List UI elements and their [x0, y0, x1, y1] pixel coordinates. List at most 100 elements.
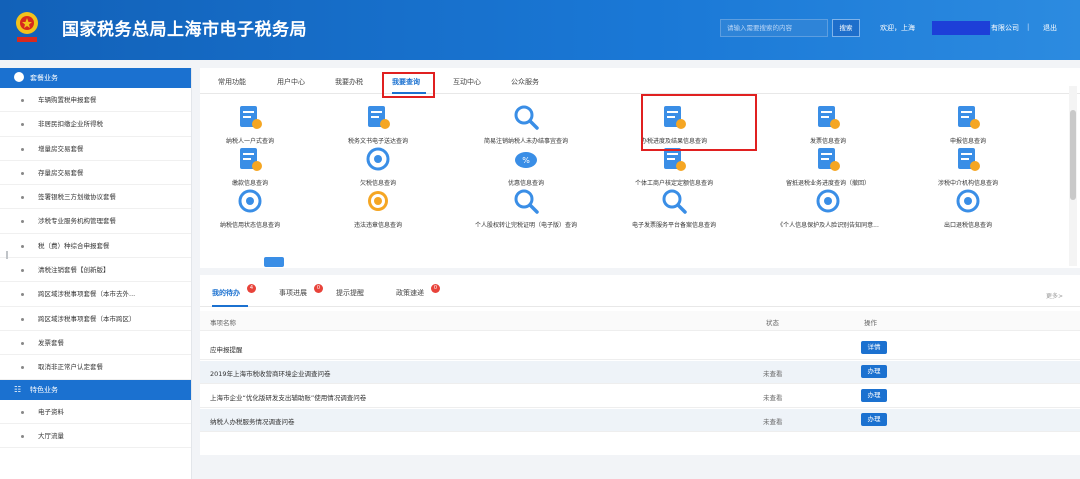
service-label: 涉税中介机构信息查询 — [937, 180, 998, 187]
column-header: 操作 — [864, 319, 877, 327]
tax-emblem-logo — [16, 12, 38, 42]
todo-panel: 我的待办 4 事项进展 0 提示提醒 政策速递 0 更多> 事项名称 状态 操作… — [200, 275, 1080, 455]
sidebar-item[interactable]: 跨区域涉税事项套餐（本市跨区） — [0, 307, 191, 331]
bullet-icon — [21, 99, 24, 102]
sidebar-item[interactable]: 清税注销套餐【创新版】 — [0, 258, 191, 283]
table-row: 应申报提醒 详情 — [200, 337, 1080, 360]
bullet-icon — [21, 171, 24, 175]
sidebar-item-label: 签署银税三方划缴协议套餐 — [38, 193, 116, 202]
table-row: 纳税人办税服务情况调查问卷 未查看 办理 — [200, 409, 1080, 432]
tab-common[interactable]: 常用功能 — [218, 77, 246, 87]
taxpayer-query-icon — [240, 106, 262, 129]
service-item[interactable]: 出口退税信息查询 — [904, 188, 1032, 242]
tab-tax-handling[interactable]: 我要办税 — [335, 77, 363, 87]
handle-button[interactable]: 办理 — [861, 389, 887, 402]
sidebar-item[interactable]: 增量房交易套餐 — [0, 137, 191, 161]
export-refund-icon — [956, 189, 980, 213]
table-row: 上海市企业“优化版研发支出辅助账”使用情况调查问卷 未查看 办理 — [200, 385, 1080, 408]
service-label: 纳税信用状态信息查询 — [219, 222, 280, 229]
search-icon — [662, 189, 687, 214]
tab-my-todo[interactable]: 我的待办 — [212, 288, 240, 298]
highlight-box-service — [641, 94, 757, 151]
sidebar-section-featured[interactable]: ☷ 特色业务 — [0, 379, 191, 400]
service-item[interactable]: 个人股权转让完税证明（电子版）查询 — [462, 188, 590, 242]
service-label: 个体工商户核定定额信息查询 — [634, 180, 713, 187]
more-link[interactable]: 更多> — [1046, 291, 1063, 300]
bullet-icon — [21, 366, 24, 370]
search-input[interactable] — [720, 19, 828, 37]
sidebar-section-label: 特色业务 — [30, 385, 58, 394]
service-item[interactable]: 违法违章信息查询 — [314, 188, 442, 242]
sidebar-item[interactable]: 大厅流量 — [0, 424, 191, 449]
grid-icon: ☷ — [14, 384, 22, 394]
company-suffix: 有限公司 — [991, 24, 1019, 32]
sidebar-item[interactable]: 电子资料 — [0, 400, 191, 424]
sidebar-item-label: 非居民扣缴企业所得税 — [38, 120, 103, 129]
sidebar-item[interactable]: 发票套餐 — [0, 331, 191, 356]
sidebar-section-label: 套餐业务 — [30, 74, 58, 82]
tab-reminder[interactable]: 提示提醒 — [336, 288, 364, 298]
bullet-icon — [21, 341, 24, 345]
sidebar-item[interactable]: 存量房交易套餐 — [0, 161, 191, 186]
sidebar-item-label: 税（费）种综合申报套餐 — [38, 241, 110, 250]
svg-text:%: % — [522, 156, 530, 165]
sidebar: 套餐业务 车辆购置税申报套餐 非居民扣缴企业所得税 增量房交易套餐 存量房交易套… — [0, 68, 192, 479]
service-label: 简易注销纳税人未办结事宜查询 — [483, 138, 568, 145]
bullet-icon — [21, 123, 24, 127]
tab-policy[interactable]: 政策速递 — [396, 288, 424, 298]
sidebar-item[interactable]: 取消非正常户认定套餐 — [0, 355, 191, 380]
item-status: 未查看 — [763, 370, 783, 378]
sidebar-item[interactable]: 非居民扣缴企业所得税 — [0, 112, 191, 137]
bullet-icon — [21, 220, 24, 224]
item-name: 应申报提醒 — [210, 346, 243, 354]
bullet-icon — [21, 317, 24, 321]
sidebar-item[interactable]: 税（费）种综合申报套餐 — [0, 234, 191, 259]
payment-query-icon — [240, 148, 262, 171]
search-icon — [514, 105, 539, 130]
invoice-query-icon — [818, 106, 840, 129]
redacted-company-name — [932, 21, 990, 35]
tab-progress[interactable]: 事项进展 — [279, 288, 307, 298]
tab-public-service[interactable]: 公众服务 — [511, 77, 539, 87]
sidebar-item-label: 清税注销套餐【创新版】 — [38, 266, 110, 275]
service-item[interactable]: 纳税信用状态信息查询 — [186, 188, 314, 242]
highlight-box-tab — [382, 72, 435, 98]
search-button[interactable]: 搜索 — [832, 19, 860, 37]
bullet-icon — [21, 434, 24, 438]
service-label: 税务文书电子送达查询 — [347, 138, 408, 145]
search-icon — [514, 189, 539, 214]
sidebar-item-label: 取消非正常户认定套餐 — [38, 363, 103, 372]
sidebar-item[interactable]: 涉税专业服务机构管理套餐 — [0, 209, 191, 234]
service-label: 申报信息查询 — [949, 138, 986, 145]
sidebar-section-package[interactable]: 套餐业务 — [0, 68, 191, 88]
active-tab-indicator — [212, 305, 248, 307]
sidebar-item-label: 车辆购置税申报套餐 — [38, 96, 97, 104]
service-item[interactable]: 电子发票服务平台备案信息查询 — [610, 188, 738, 242]
sidebar-item[interactable]: 签署银税三方划缴协议套餐 — [0, 185, 191, 210]
service-item[interactable]: 《个人信息保护及人脸识别告知同意... — [764, 188, 892, 242]
bullet-icon — [21, 196, 24, 200]
tax-document-icon — [368, 106, 390, 129]
left-edge-mark — [6, 251, 8, 259]
scrollbar-thumb[interactable] — [1070, 110, 1076, 200]
service-label: 违法违章信息查询 — [353, 222, 402, 229]
service-label: 《个人信息保护及人脸识别告知同意... — [777, 222, 879, 229]
detail-button[interactable]: 详情 — [861, 341, 887, 354]
bullet-icon — [21, 293, 24, 297]
handle-button[interactable]: 办理 — [861, 365, 887, 378]
tab-interaction[interactable]: 互动中心 — [453, 77, 481, 87]
column-header: 状态 — [766, 319, 779, 327]
tab-user-center[interactable]: 用户中心 — [277, 77, 305, 87]
item-name: 上海市企业“优化版研发支出辅助账”使用情况调查问卷 — [210, 394, 367, 402]
sidebar-item[interactable]: 车辆购置税申报套餐 — [0, 88, 191, 113]
handle-button[interactable]: 办理 — [861, 413, 887, 426]
logout-link[interactable]: 退出 — [1043, 23, 1057, 33]
service-label: 出口退税信息查询 — [943, 222, 992, 229]
item-status: 未查看 — [763, 418, 783, 426]
sidebar-item[interactable]: 跨区域涉税事项套餐（本市去外... — [0, 282, 191, 307]
tax-agency-icon — [958, 148, 980, 171]
sidebar-item-label: 增量房交易套餐 — [38, 144, 84, 153]
table-header: 事项名称 状态 操作 — [200, 311, 1080, 331]
top-header: 国家税务总局上海市电子税务局 搜索 欢迎，上海 有限公司 | 退出 — [0, 0, 1080, 60]
package-icon — [14, 72, 24, 82]
